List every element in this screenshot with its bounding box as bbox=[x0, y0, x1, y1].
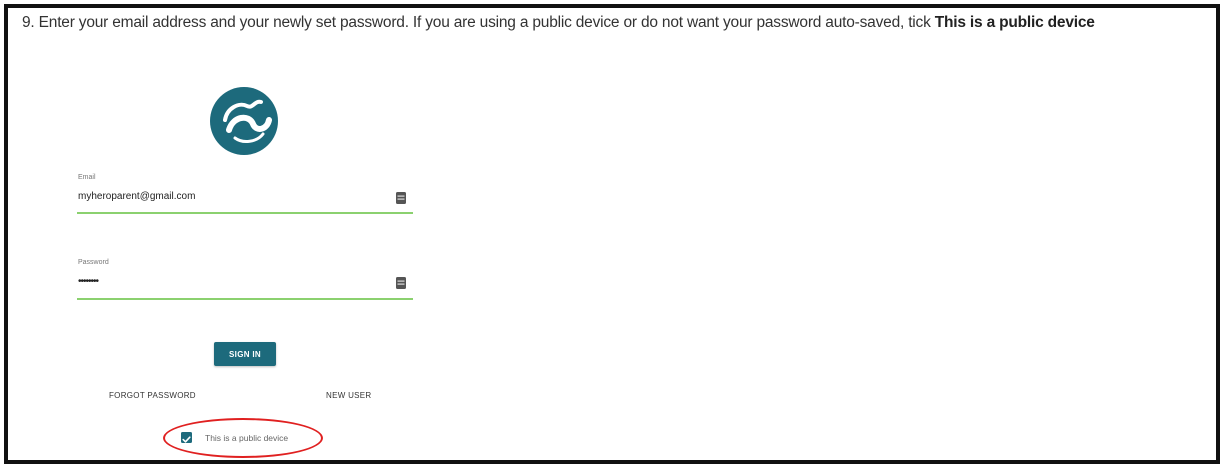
password-manager-icon[interactable] bbox=[396, 277, 406, 289]
password-manager-icon[interactable] bbox=[396, 192, 406, 204]
forgot-password-link[interactable]: FORGOT PASSWORD bbox=[109, 391, 196, 400]
instruction-body: 9. Enter your email address and your new… bbox=[22, 14, 935, 31]
sign-in-button[interactable]: SIGN IN bbox=[214, 342, 276, 366]
password-field-label: Password bbox=[78, 259, 109, 266]
instruction-text: 9. Enter your email address and your new… bbox=[22, 14, 1212, 32]
email-field-underline bbox=[77, 212, 413, 214]
highlight-circle bbox=[163, 418, 323, 458]
instruction-emphasis: This is a public device bbox=[934, 14, 1095, 31]
email-field-label: Email bbox=[78, 174, 96, 181]
swirl-logo-icon bbox=[210, 87, 278, 155]
new-user-link[interactable]: NEW USER bbox=[326, 391, 372, 400]
password-field[interactable]: •••••••• bbox=[78, 276, 99, 287]
email-field[interactable]: myheroparent@gmail.com bbox=[78, 191, 195, 202]
password-field-underline bbox=[77, 298, 413, 300]
